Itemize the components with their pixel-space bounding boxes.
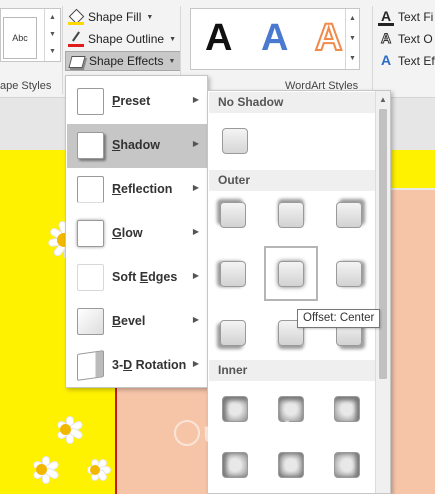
menu-item-soft-edges[interactable]: Soft Edges ▶ xyxy=(67,256,207,300)
3d-rotation-icon xyxy=(77,350,104,381)
shape-outline-button[interactable]: Shape Outline ▼ xyxy=(68,29,176,49)
shape-fill-label: Shape Fill xyxy=(88,10,142,24)
shape-styles-group-label: ape Styles xyxy=(0,80,52,92)
menu-item-label: Preset xyxy=(112,94,151,108)
menu-item-label: Reflection xyxy=(112,182,173,196)
daisy-image xyxy=(48,412,85,448)
watermark: uantrimang xyxy=(174,416,376,450)
submenu-scrollbar[interactable]: ▲ xyxy=(375,91,390,493)
chevron-right-icon: ▶ xyxy=(192,271,199,280)
chevron-right-icon: ▶ xyxy=(192,359,199,368)
scrollbar-thumb[interactable] xyxy=(379,109,387,379)
menu-item-label: Soft Edges xyxy=(112,270,178,284)
chevron-up-icon[interactable]: ▲ xyxy=(45,9,60,26)
gallery-scroll[interactable]: ▲ ▼ ▼ xyxy=(44,9,60,61)
wordart-style-black[interactable]: A xyxy=(205,17,232,60)
shadow-inner-left[interactable] xyxy=(222,452,248,478)
text-fill-button[interactable]: A Text Fi xyxy=(378,7,433,27)
shadow-icon xyxy=(77,132,104,159)
shadow-outer-top-left[interactable] xyxy=(220,202,246,228)
shape-effects-icon xyxy=(69,53,85,69)
chevron-right-icon: ▶ xyxy=(192,139,199,148)
glow-icon xyxy=(77,220,104,247)
chevron-down-icon: ▼ xyxy=(169,35,176,43)
shadow-inner-center[interactable] xyxy=(278,452,304,478)
shadow-outer-bottom-left[interactable] xyxy=(220,320,246,346)
shadow-tooltip: Offset: Center xyxy=(297,309,381,328)
shadow-outer-center[interactable] xyxy=(278,261,304,287)
wordart-scroll[interactable]: ▲ ▼ ▼ xyxy=(345,9,359,69)
reflection-icon xyxy=(77,176,104,203)
menu-item-3d-rotation[interactable]: 3-D Rotation ▶ xyxy=(67,344,207,388)
shape-effects-button[interactable]: Shape Effects ▼ xyxy=(65,51,182,71)
chevron-down-icon[interactable]: ▼ xyxy=(346,29,359,49)
section-no-shadow: No Shadow xyxy=(209,92,375,113)
shadow-outer-top[interactable] xyxy=(278,202,304,228)
text-outline-icon: A xyxy=(380,30,392,46)
text-fill-icon: A xyxy=(378,9,394,26)
shape-fill-button[interactable]: Shape Fill ▼ xyxy=(68,7,153,27)
separator xyxy=(372,6,373,94)
chevron-down-icon: ▼ xyxy=(168,57,176,65)
wordart-style-blue[interactable]: A xyxy=(261,17,288,60)
daisy-image xyxy=(24,452,61,488)
shape-effects-menu: Preset ▶ Shadow ▶ Reflection ▶ Glow ▶ So… xyxy=(65,75,208,388)
shadow-outer-right[interactable] xyxy=(336,261,362,287)
menu-item-bevel[interactable]: Bevel ▶ xyxy=(67,300,207,344)
menu-item-glow[interactable]: Glow ▶ xyxy=(67,212,207,256)
more-icon[interactable]: ▼ xyxy=(45,43,60,60)
chevron-up-icon[interactable]: ▲ xyxy=(346,9,359,29)
chevron-down-icon[interactable]: ▼ xyxy=(45,26,60,43)
text-effects-button[interactable]: A Text Eff xyxy=(378,51,435,71)
menu-item-shadow[interactable]: Shadow ▶ xyxy=(67,124,207,168)
chevron-right-icon: ▶ xyxy=(192,227,199,236)
shape-outline-label: Shape Outline xyxy=(88,32,165,46)
shadow-inner-right[interactable] xyxy=(334,452,360,478)
watermark-text: uantrimang xyxy=(203,416,377,449)
separator xyxy=(62,6,63,94)
chevron-right-icon: ▶ xyxy=(192,183,199,192)
menu-item-reflection[interactable]: Reflection ▶ xyxy=(67,168,207,212)
wordart-gallery[interactable]: A A A ▲ ▼ ▼ xyxy=(190,8,360,70)
lightbulb-icon xyxy=(174,420,200,446)
text-effects-icon: A xyxy=(380,52,392,68)
chevron-right-icon: ▶ xyxy=(192,315,199,324)
text-outline-label: Text O xyxy=(398,32,433,46)
pen-icon xyxy=(68,31,84,47)
chevron-right-icon: ▶ xyxy=(192,95,199,104)
chevron-up-icon[interactable]: ▲ xyxy=(376,93,390,107)
shadow-outer-left[interactable] xyxy=(220,261,246,287)
text-outline-button[interactable]: A Text O xyxy=(378,29,433,49)
text-effects-label: Text Eff xyxy=(398,54,435,68)
text-fill-label: Text Fi xyxy=(398,10,434,24)
paint-bucket-icon xyxy=(68,9,84,25)
bevel-icon xyxy=(77,308,104,335)
wordart-style-orange-outline[interactable]: A xyxy=(314,16,343,60)
section-outer: Outer xyxy=(209,170,375,191)
shadow-none-tile[interactable] xyxy=(222,128,248,154)
soft-edges-icon xyxy=(77,264,104,291)
shape-effects-label: Shape Effects xyxy=(89,54,164,68)
menu-item-label: Shadow xyxy=(112,138,160,152)
menu-item-label: Glow xyxy=(112,226,143,240)
shape-styles-gallery[interactable]: Abc ▲ ▼ ▼ xyxy=(0,8,61,62)
preset-icon xyxy=(77,88,104,115)
menu-item-label: 3-D Rotation xyxy=(112,358,187,372)
section-inner: Inner xyxy=(209,360,375,381)
shape-style-preview[interactable]: Abc xyxy=(3,17,37,59)
menu-item-label: Bevel xyxy=(112,314,146,328)
chevron-down-icon: ▼ xyxy=(146,13,154,21)
more-icon[interactable]: ▼ xyxy=(346,49,359,69)
shadow-outer-top-right[interactable] xyxy=(336,202,362,228)
daisy-image xyxy=(80,455,111,485)
menu-item-preset[interactable]: Preset ▶ xyxy=(67,80,207,124)
